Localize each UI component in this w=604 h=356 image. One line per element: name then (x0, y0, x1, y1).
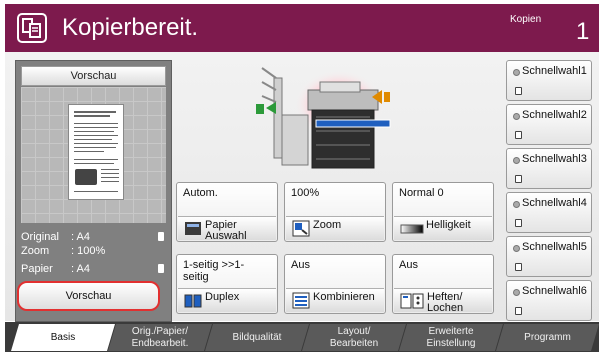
paper-tray-icon (184, 220, 202, 237)
duplex-button[interactable]: 1-seitig >>1-seitig Duplex (176, 254, 278, 314)
status-dot-icon (513, 289, 520, 296)
copies-count[interactable]: 1 (576, 18, 589, 46)
tab-erweiterte-einstellung[interactable]: Erweiterte Einstellung (399, 324, 503, 351)
combine-button[interactable]: Aus Kombinieren (284, 254, 386, 314)
register-icon (515, 307, 522, 315)
density-icon (400, 220, 424, 237)
status-title: Kopierbereit. (62, 14, 199, 41)
main-panel: Vorschau Original: A4 Zoom: 100% Papie… (5, 52, 599, 322)
quick-setup-1-button[interactable]: Schnellwahl1 (506, 60, 592, 101)
portrait-orientation-icon (158, 232, 164, 241)
info-zoom: Zoom: 100% (21, 245, 106, 257)
quick-setup-2-button[interactable]: Schnellwahl2 (506, 104, 592, 145)
preview-page-thumbnail (68, 104, 124, 200)
quick-setup-6-button[interactable]: Schnellwahl6 (506, 280, 592, 321)
status-dot-icon (513, 245, 520, 252)
status-dot-icon (513, 113, 520, 120)
register-icon (515, 131, 522, 139)
copy-app-icon (17, 13, 47, 43)
register-icon (515, 219, 522, 227)
preview-area (21, 87, 166, 223)
tab-layout-bearbeiten[interactable]: Layout/ Bearbeiten (302, 324, 406, 351)
register-icon (515, 87, 522, 95)
zoom-button[interactable]: 100% Zoom (284, 182, 386, 242)
preview-button[interactable]: Vorschau (17, 281, 160, 311)
info-papier: Papier: A4 (21, 263, 90, 275)
density-button[interactable]: Normal 0 Helligkeit (392, 182, 494, 242)
header-bar: Kopierbereit. Kopien 1 (5, 4, 599, 52)
tab-programm[interactable]: Programm (496, 324, 599, 351)
paper-selection-button[interactable]: Autom. Papier Auswahl (176, 182, 278, 242)
staple-punch-icon (400, 292, 424, 309)
staple-punch-button[interactable]: Aus Heften/ Lochen (392, 254, 494, 314)
zoom-icon (292, 220, 310, 237)
status-dot-icon (513, 201, 520, 208)
quick-setup-5-button[interactable]: Schnellwahl5 (506, 236, 592, 277)
function-tab-bar: Basis Orig./Papier/ Endbearbeit. Bildqua… (5, 322, 599, 352)
tab-basis[interactable]: Basis (11, 324, 115, 351)
copies-label: Kopien (510, 14, 542, 25)
quick-setup-3-button[interactable]: Schnellwahl3 (506, 148, 592, 189)
quick-setup-4-button[interactable]: Schnellwahl4 (506, 192, 592, 233)
info-original: Original: A4 (21, 231, 90, 243)
status-dot-icon (513, 157, 520, 164)
combine-icon (292, 292, 310, 309)
mfp-machine-illustration (254, 60, 414, 175)
portrait-orientation-icon (158, 264, 164, 273)
register-icon (515, 175, 522, 183)
duplex-icon (184, 292, 202, 309)
preview-title: Vorschau (21, 66, 166, 86)
tab-orig-papier-endbearbeit[interactable]: Orig./Papier/ Endbearbeit. (108, 324, 212, 351)
tab-bildqualitaet[interactable]: Bildqualität (205, 324, 309, 351)
register-icon (515, 263, 522, 271)
status-dot-icon (513, 69, 520, 76)
